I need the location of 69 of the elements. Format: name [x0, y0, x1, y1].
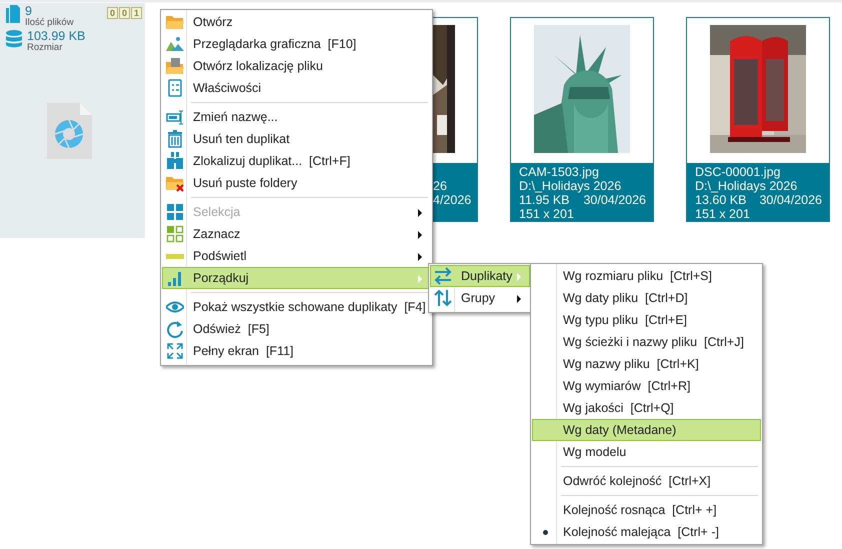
swap-arrows-icon — [434, 267, 452, 285]
properties-icon — [166, 79, 184, 97]
menu-item[interactable]: Podświetl — [162, 245, 431, 267]
menu-item[interactable]: Kolejność malejąca [Ctrl+ -] — [532, 521, 761, 543]
menu-item[interactable]: Właściwości — [162, 77, 431, 99]
menu-item[interactable]: Wg daty (Metadane) — [532, 419, 761, 441]
refresh-icon — [166, 320, 184, 338]
menu-item[interactable]: Pokaż wszystkie schowane duplikaty [F4] — [162, 296, 431, 318]
trash-icon — [166, 130, 184, 148]
menu-item[interactable]: Pełny ekran [F11] — [162, 340, 431, 362]
sort-arrows-icon — [434, 289, 452, 307]
menu-item[interactable]: Przeglądarka graficzna [F10] — [162, 33, 431, 55]
menu-item[interactable]: Wg typu pliku [Ctrl+E] — [532, 309, 761, 331]
folder-icon — [166, 57, 184, 75]
files-icon — [6, 5, 20, 23]
counter: 0 — [107, 7, 118, 19]
size-label: Rozmiar — [27, 43, 64, 53]
menu-item[interactable]: Wg rozmiaru pliku [Ctrl+S] — [532, 265, 761, 287]
bar-icon — [166, 254, 184, 258]
image-dimensions: 151 x 201 — [695, 207, 751, 221]
file-path: D:\_Holidays 2026 — [695, 179, 798, 193]
menu-item[interactable]: Wg jakości [Ctrl+Q] — [532, 397, 761, 419]
file-date: 30/04/2026 — [583, 193, 646, 207]
menu-item[interactable]: Zmień nazwę... — [162, 106, 431, 128]
thumbnail-card[interactable]: CAM-1503.jpg D:\_Holidays 2026 11.95 KB 30/04/2026 151 x 201 — [510, 17, 654, 222]
binoculars-icon — [166, 152, 184, 170]
menu-item[interactable]: Wg ścieżki i nazwy pliku [Ctrl+J] — [532, 331, 761, 353]
menu-item[interactable]: Otwórz lokalizację pliku — [162, 55, 431, 77]
file-info: 26 — [433, 179, 448, 193]
folder-icon — [166, 13, 184, 31]
menu-item[interactable]: Wg daty pliku [Ctrl+D] — [532, 287, 761, 309]
file-count: 9 — [25, 5, 33, 18]
menu-item[interactable]: Zlokalizuj duplikat... [Ctrl+F] — [162, 150, 431, 172]
image-dimensions: 151 x 201 — [519, 207, 575, 221]
menu-item[interactable]: Wg wymiarów [Ctrl+R] — [532, 375, 761, 397]
file-count-label: Ilość plików — [25, 18, 74, 28]
grid-icon — [166, 203, 184, 221]
menu-item[interactable]: Duplikaty — [430, 265, 530, 287]
counter: 1 — [131, 7, 142, 19]
menu-item[interactable]: Otwórz — [162, 11, 431, 33]
menu-item[interactable]: Porządkuj — [162, 267, 431, 289]
file-name: DSC-00001.jpg — [695, 165, 782, 179]
menu-item[interactable]: Usuń ten duplikat — [162, 128, 431, 150]
signal-bars-icon — [166, 269, 184, 287]
folder-x-icon — [166, 174, 184, 192]
menu-item[interactable]: Odwróć kolejność [Ctrl+X] — [532, 470, 761, 492]
database-icon — [6, 30, 22, 48]
file-size: 13.60 KB — [695, 193, 746, 207]
menu-item[interactable]: Grupy — [430, 287, 530, 309]
file-size: 11.95 KB — [519, 193, 570, 207]
thumbnail-card[interactable]: DSC-00001.jpg D:\_Holidays 2026 13.60 KB 30/04/2026 151 x 201 — [686, 17, 830, 222]
menu-item[interactable]: Usuń puste foldery — [162, 172, 431, 194]
file-name: CAM-1503.jpg — [519, 165, 600, 179]
rename-icon — [166, 108, 184, 126]
menu-item[interactable]: Wg nazwy pliku [Ctrl+K] — [532, 353, 761, 375]
file-date: 30/04/2026 — [759, 193, 822, 207]
total-size: 103.99 KB — [27, 30, 86, 43]
file-path: D:\_Holidays 2026 — [519, 179, 622, 193]
thumbnail-card[interactable]: 26 4/2026 — [433, 17, 478, 222]
menu-item[interactable]: Kolejność rosnąca [Ctrl+ +] — [532, 499, 761, 521]
grid-outline-icon — [166, 225, 184, 243]
menu-item[interactable]: Odśwież [F5] — [162, 318, 431, 340]
expand-icon — [166, 342, 184, 360]
menu-item[interactable]: Wg modelu — [532, 441, 761, 463]
file-info: 4/2026 — [433, 193, 472, 207]
menu-item[interactable]: Zaznacz — [162, 223, 431, 245]
counter: 0 — [119, 7, 130, 19]
image-icon — [166, 35, 184, 53]
image-file-icon — [47, 103, 93, 160]
